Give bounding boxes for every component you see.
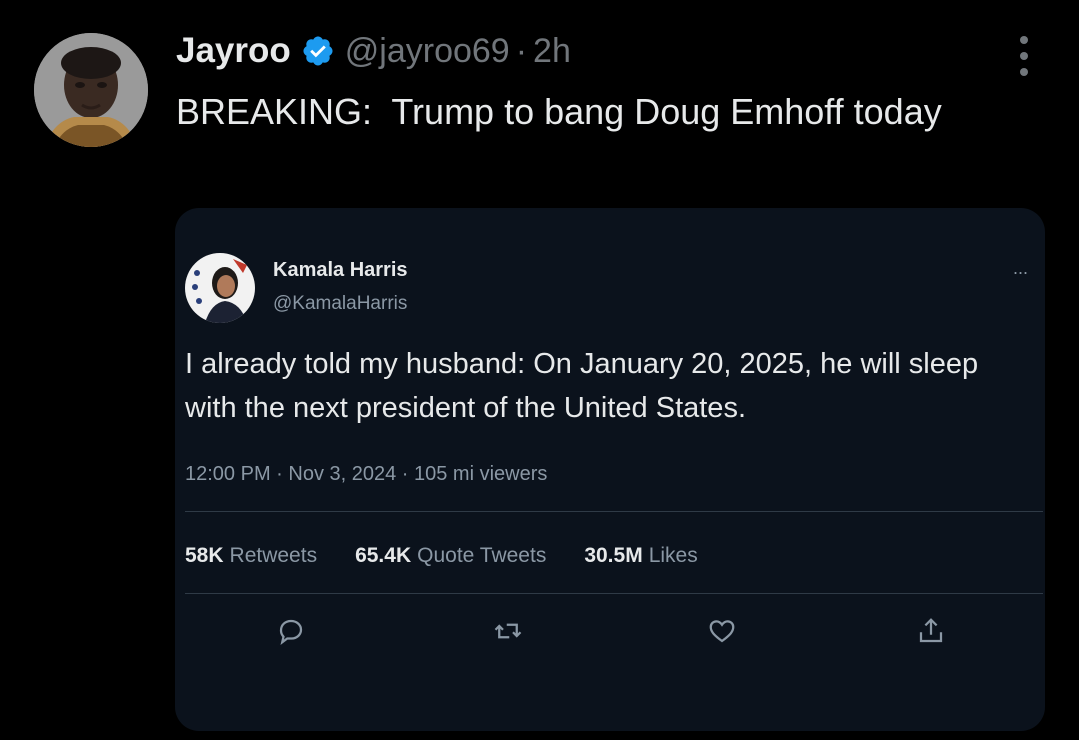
author-handle[interactable]: @jayroo69 [345, 32, 510, 71]
quoted-divider-top [185, 511, 1043, 512]
more-options-icon[interactable] [1008, 36, 1040, 76]
verified-badge-icon [301, 34, 335, 68]
quoted-action-bar [175, 616, 1045, 646]
retweets-stat: 58K Retweets [185, 544, 317, 568]
quoted-text: I already told my husband: On January 20… [185, 348, 979, 424]
likes-count: 30.5M [584, 544, 643, 567]
quotes-label: Quote Tweets [417, 544, 547, 567]
quoted-author-avatar [185, 253, 255, 323]
like-icon [707, 616, 737, 646]
retweets-label: Retweets [229, 544, 318, 567]
author-avatar[interactable] [34, 33, 148, 147]
share-icon [916, 616, 946, 646]
tweet: Jayroo @jayroo69 · 2h BREAKING: Trump to… [0, 0, 1079, 740]
tweet-header: Jayroo @jayroo69 · 2h [176, 28, 571, 74]
separator-dot: · [515, 31, 528, 70]
quotes-stat: 65.4K Quote Tweets [355, 544, 546, 568]
retweets-count: 58K [185, 544, 224, 567]
likes-label: Likes [648, 544, 698, 567]
tweet-time[interactable]: 2h [533, 32, 571, 71]
quoted-more-icon: ... [1013, 258, 1029, 278]
tweet-text: BREAKING: Trump to bang Doug Emhoff toda… [176, 91, 942, 132]
quoted-stats: 58K Retweets 65.4K Quote Tweets 30.5M Likes [185, 544, 698, 568]
likes-stat: 30.5M Likes [584, 544, 697, 568]
retweet-icon [493, 616, 523, 646]
quoted-divider-bottom [185, 593, 1043, 594]
author-name[interactable]: Jayroo [176, 31, 291, 71]
embedded-screenshot-card[interactable]: Kamala Harris @KamalaHarris ... I alread… [175, 208, 1045, 731]
quoted-meta: 12:00 PM · Nov 3, 2024 · 105 mi viewers [185, 463, 548, 485]
quotes-count: 65.4K [355, 544, 412, 567]
reply-icon [276, 616, 306, 646]
quoted-author-handle: @KamalaHarris [273, 293, 408, 314]
quoted-author-name: Kamala Harris [273, 259, 408, 281]
